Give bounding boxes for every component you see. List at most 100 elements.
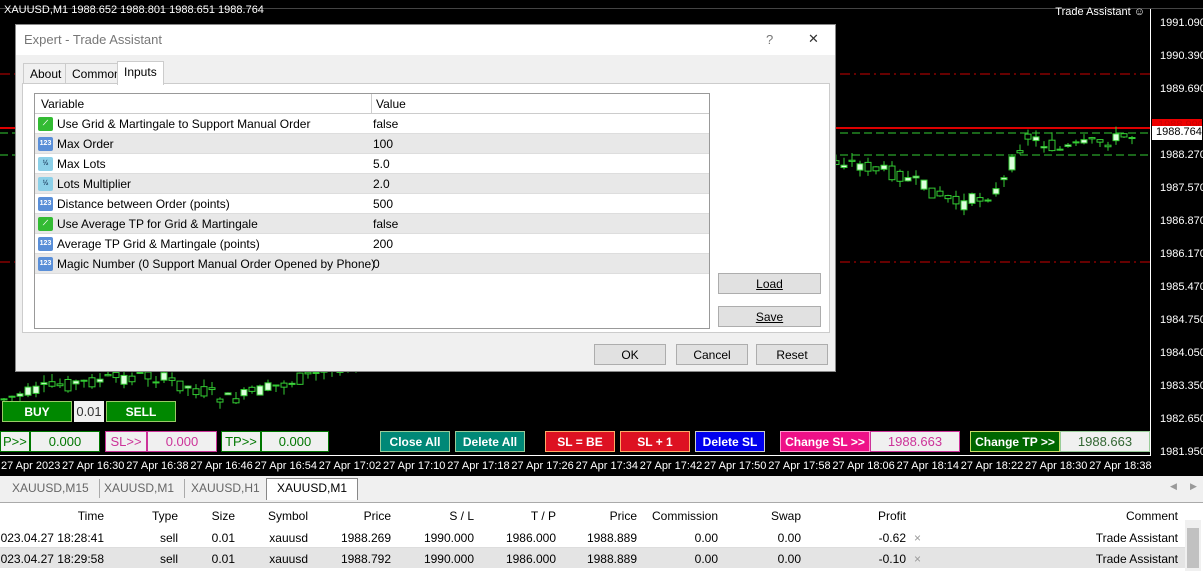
lot-size-input[interactable]: 0.01 bbox=[74, 401, 104, 422]
column-header[interactable]: Commission bbox=[652, 509, 718, 523]
cell: 1988.889 bbox=[586, 531, 637, 545]
tab-about[interactable]: About bbox=[23, 63, 69, 84]
cell: 0.00 bbox=[777, 531, 801, 545]
price-axis-label: 1984.050 bbox=[1160, 347, 1203, 359]
candle-body bbox=[880, 164, 888, 170]
change-tp-button[interactable]: Change TP >> bbox=[970, 431, 1060, 452]
candle-body bbox=[232, 398, 240, 404]
column-header[interactable]: Type bbox=[152, 509, 178, 523]
input-row[interactable]: 123 Distance between Order (points) 500 bbox=[35, 194, 709, 214]
close-position-icon[interactable]: × bbox=[914, 552, 921, 566]
input-row[interactable]: 123 Max Order 100 bbox=[35, 134, 709, 154]
tab-inputs[interactable]: Inputs bbox=[117, 61, 164, 85]
column-header[interactable]: Price bbox=[364, 509, 391, 523]
candle-body bbox=[864, 161, 872, 172]
cell: 0.00 bbox=[694, 531, 718, 545]
input-row[interactable]: ⟋ Use Average TP for Grid & Martingale fal… bbox=[35, 214, 709, 234]
time-axis-label: 27 Apr 17:50 bbox=[704, 460, 767, 472]
ok-button[interactable]: OK bbox=[594, 344, 666, 365]
candle-body bbox=[1096, 139, 1104, 143]
column-header[interactable]: Comment bbox=[1126, 509, 1178, 523]
chart-tab-active[interactable]: XAUUSD,M1 bbox=[266, 478, 359, 500]
change-tp-input[interactable]: 1988.663 bbox=[1060, 431, 1150, 452]
input-value[interactable]: 200 bbox=[373, 237, 393, 251]
delete-all-button[interactable]: Delete All bbox=[455, 431, 525, 452]
close-all-button[interactable]: Close All bbox=[380, 431, 450, 452]
inputs-header: Variable Value bbox=[35, 93, 709, 114]
tp2-input[interactable]: 0.000 bbox=[261, 431, 329, 452]
cell: 1990.000 bbox=[423, 531, 474, 545]
input-row[interactable]: ½ Max Lots 5.0 bbox=[35, 154, 709, 174]
input-row[interactable]: ⟋ Use Grid & Martingale to Support Manual… bbox=[35, 114, 709, 134]
column-header[interactable]: Time bbox=[78, 509, 104, 523]
input-value[interactable]: 2.0 bbox=[373, 177, 390, 191]
column-header[interactable]: S / L bbox=[449, 509, 474, 523]
candle-body bbox=[256, 385, 264, 396]
column-header[interactable]: Price bbox=[610, 509, 637, 523]
column-header[interactable]: Profit bbox=[878, 509, 906, 523]
candle-body bbox=[280, 382, 288, 388]
chart-tab[interactable]: XAUUSD,H1 bbox=[181, 479, 270, 498]
candle-body bbox=[120, 374, 128, 385]
close-button[interactable]: ✕ bbox=[808, 31, 819, 47]
column-header[interactable]: T / P bbox=[531, 509, 556, 523]
chart-tab[interactable]: XAUUSD,M1 bbox=[94, 479, 186, 498]
candle-body bbox=[8, 395, 16, 398]
delete-sl-button[interactable]: Delete SL bbox=[695, 431, 765, 452]
cell: 2023.04.27 18:29:58 bbox=[0, 552, 104, 566]
input-value[interactable]: 5.0 bbox=[373, 157, 390, 171]
candle-body bbox=[984, 199, 992, 202]
candle-body bbox=[288, 382, 296, 385]
candle-body bbox=[1048, 139, 1056, 152]
int-type-icon: 123 bbox=[38, 196, 53, 211]
input-value[interactable]: false bbox=[373, 217, 398, 231]
save-button[interactable]: Save bbox=[718, 306, 821, 327]
price-axis-label: 1983.350 bbox=[1160, 380, 1203, 392]
help-button[interactable]: ? bbox=[766, 32, 773, 47]
load-button[interactable]: Load bbox=[718, 273, 821, 294]
input-value[interactable]: 500 bbox=[373, 197, 393, 211]
input-value[interactable]: false bbox=[373, 117, 398, 131]
chart-tab[interactable]: XAUUSD,M15 bbox=[2, 479, 100, 498]
cell: 0.01 bbox=[211, 531, 235, 545]
bool-type-icon: ⟋ bbox=[38, 116, 53, 131]
change-sl-button[interactable]: Change SL >> bbox=[780, 431, 870, 452]
input-value[interactable]: 0 bbox=[373, 257, 380, 271]
change-sl-input[interactable]: 1988.663 bbox=[870, 431, 960, 452]
close-position-icon[interactable]: × bbox=[914, 531, 921, 545]
sl-be-button[interactable]: SL = BE bbox=[545, 431, 615, 452]
tp2-label: TP>> bbox=[221, 431, 261, 452]
input-row[interactable]: 123 Average TP Grid & Martingale (points)… bbox=[35, 234, 709, 254]
column-value: Value bbox=[371, 93, 406, 114]
candle-body bbox=[104, 374, 112, 377]
candle-body bbox=[1080, 139, 1088, 144]
sl-plus-one-button[interactable]: SL + 1 bbox=[620, 431, 690, 452]
column-header[interactable]: Symbol bbox=[268, 509, 308, 523]
indicator-label: Trade Assistant ☺ bbox=[1055, 6, 1145, 18]
scrollbar[interactable] bbox=[1185, 520, 1201, 571]
time-axis-label: 27 Apr 16:38 bbox=[126, 460, 189, 472]
time-axis-label: 27 Apr 18:22 bbox=[960, 460, 1024, 472]
input-value[interactable]: 100 bbox=[373, 137, 393, 151]
candle-body bbox=[312, 371, 320, 374]
input-row[interactable]: ½ Lots Multiplier 2.0 bbox=[35, 174, 709, 194]
sell-button[interactable]: SELL bbox=[106, 401, 176, 422]
buy-button[interactable]: BUY bbox=[2, 401, 72, 422]
reset-button[interactable]: Reset bbox=[756, 344, 828, 365]
cancel-button[interactable]: Cancel bbox=[676, 344, 748, 365]
scroll-right-icon[interactable]: ▶ bbox=[1190, 481, 1197, 492]
price-axis-label: 1981.950 bbox=[1160, 446, 1203, 458]
cell: sell bbox=[159, 552, 178, 566]
candle-body bbox=[176, 380, 184, 392]
column-header[interactable]: Size bbox=[212, 509, 235, 523]
tp-input[interactable]: 0.000 bbox=[30, 431, 100, 452]
cell: 1988.792 bbox=[340, 552, 391, 566]
candle-body bbox=[216, 398, 224, 403]
candle-body bbox=[856, 163, 864, 171]
column-header[interactable]: Swap bbox=[771, 509, 801, 523]
cell: xauusd bbox=[269, 531, 308, 545]
scroll-left-icon[interactable]: ◀ bbox=[1170, 481, 1177, 492]
time-axis-label: 27 Apr 17:02 bbox=[318, 460, 382, 472]
sl-input[interactable]: 0.000 bbox=[147, 431, 217, 452]
input-row[interactable]: 123 Magic Number (0 Support Manual Order … bbox=[35, 254, 709, 274]
